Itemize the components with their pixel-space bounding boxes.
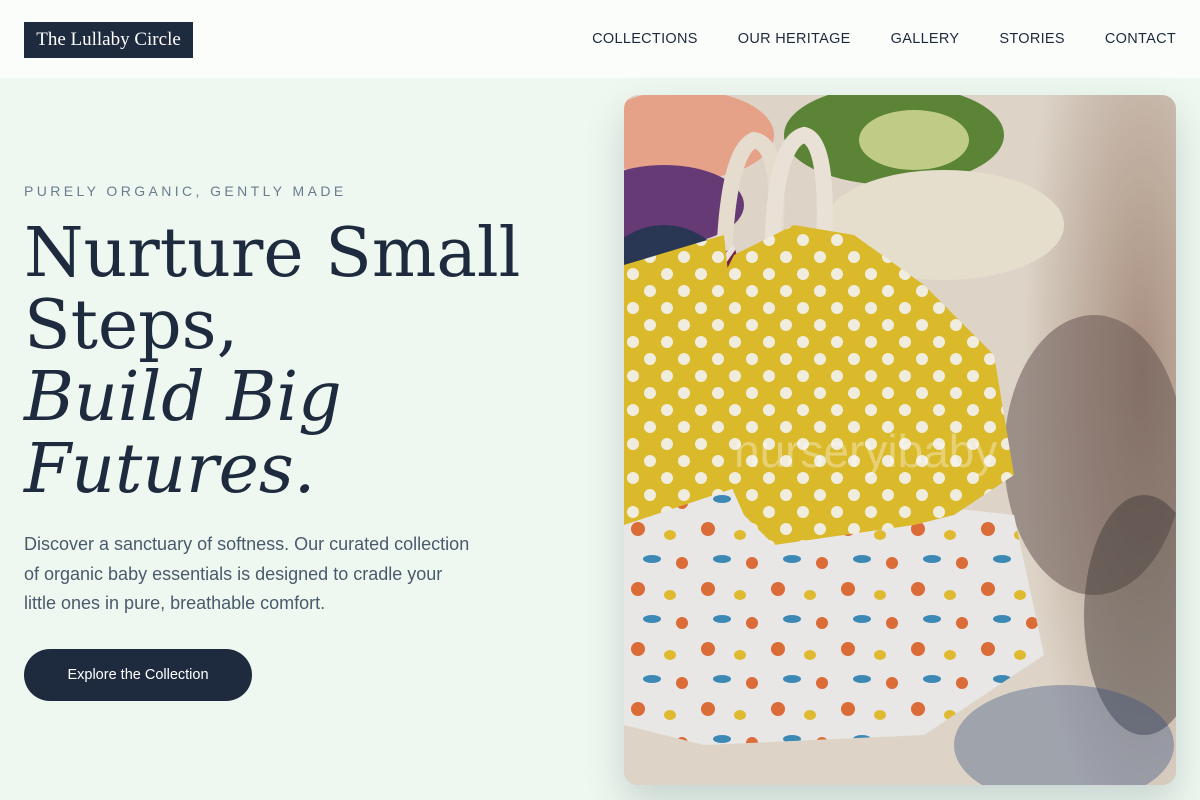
headline-line-4-italic: Futures. — [24, 430, 316, 509]
nav-link-stories[interactable]: STORIES — [999, 31, 1065, 47]
main-nav: COLLECTIONS OUR HERITAGE GALLERY STORIES… — [592, 0, 1176, 78]
headline-line-3-italic: Build Big — [24, 358, 342, 437]
hero-description: Discover a sanctuary of softness. Our cu… — [24, 534, 470, 613]
brand-logo[interactable]: The Lullaby Circle — [24, 22, 193, 58]
nav-link-our-heritage[interactable]: OUR HERITAGE — [738, 31, 851, 47]
nav-link-collections[interactable]: COLLECTIONS — [592, 31, 698, 47]
explore-collection-button[interactable]: Explore the Collection — [24, 649, 252, 701]
baby-clothes-illustration: nurseryibaby — [624, 95, 1176, 785]
image-watermark: nurseryibaby — [734, 425, 997, 477]
hero-image: nurseryibaby — [624, 95, 1176, 785]
site-header: The Lullaby Circle COLLECTIONS OUR HERIT… — [0, 0, 1200, 78]
nav-link-contact[interactable]: CONTACT — [1105, 31, 1176, 47]
hero-eyebrow: PURELY ORGANIC, GENTLY MADE — [24, 183, 347, 199]
nav-link-gallery[interactable]: GALLERY — [891, 31, 960, 47]
hero-headline: Nurture Small Steps, Build Big Futures. — [24, 218, 564, 506]
headline-line-2: Steps, — [24, 286, 239, 365]
headline-line-1: Nurture Small — [24, 214, 521, 293]
